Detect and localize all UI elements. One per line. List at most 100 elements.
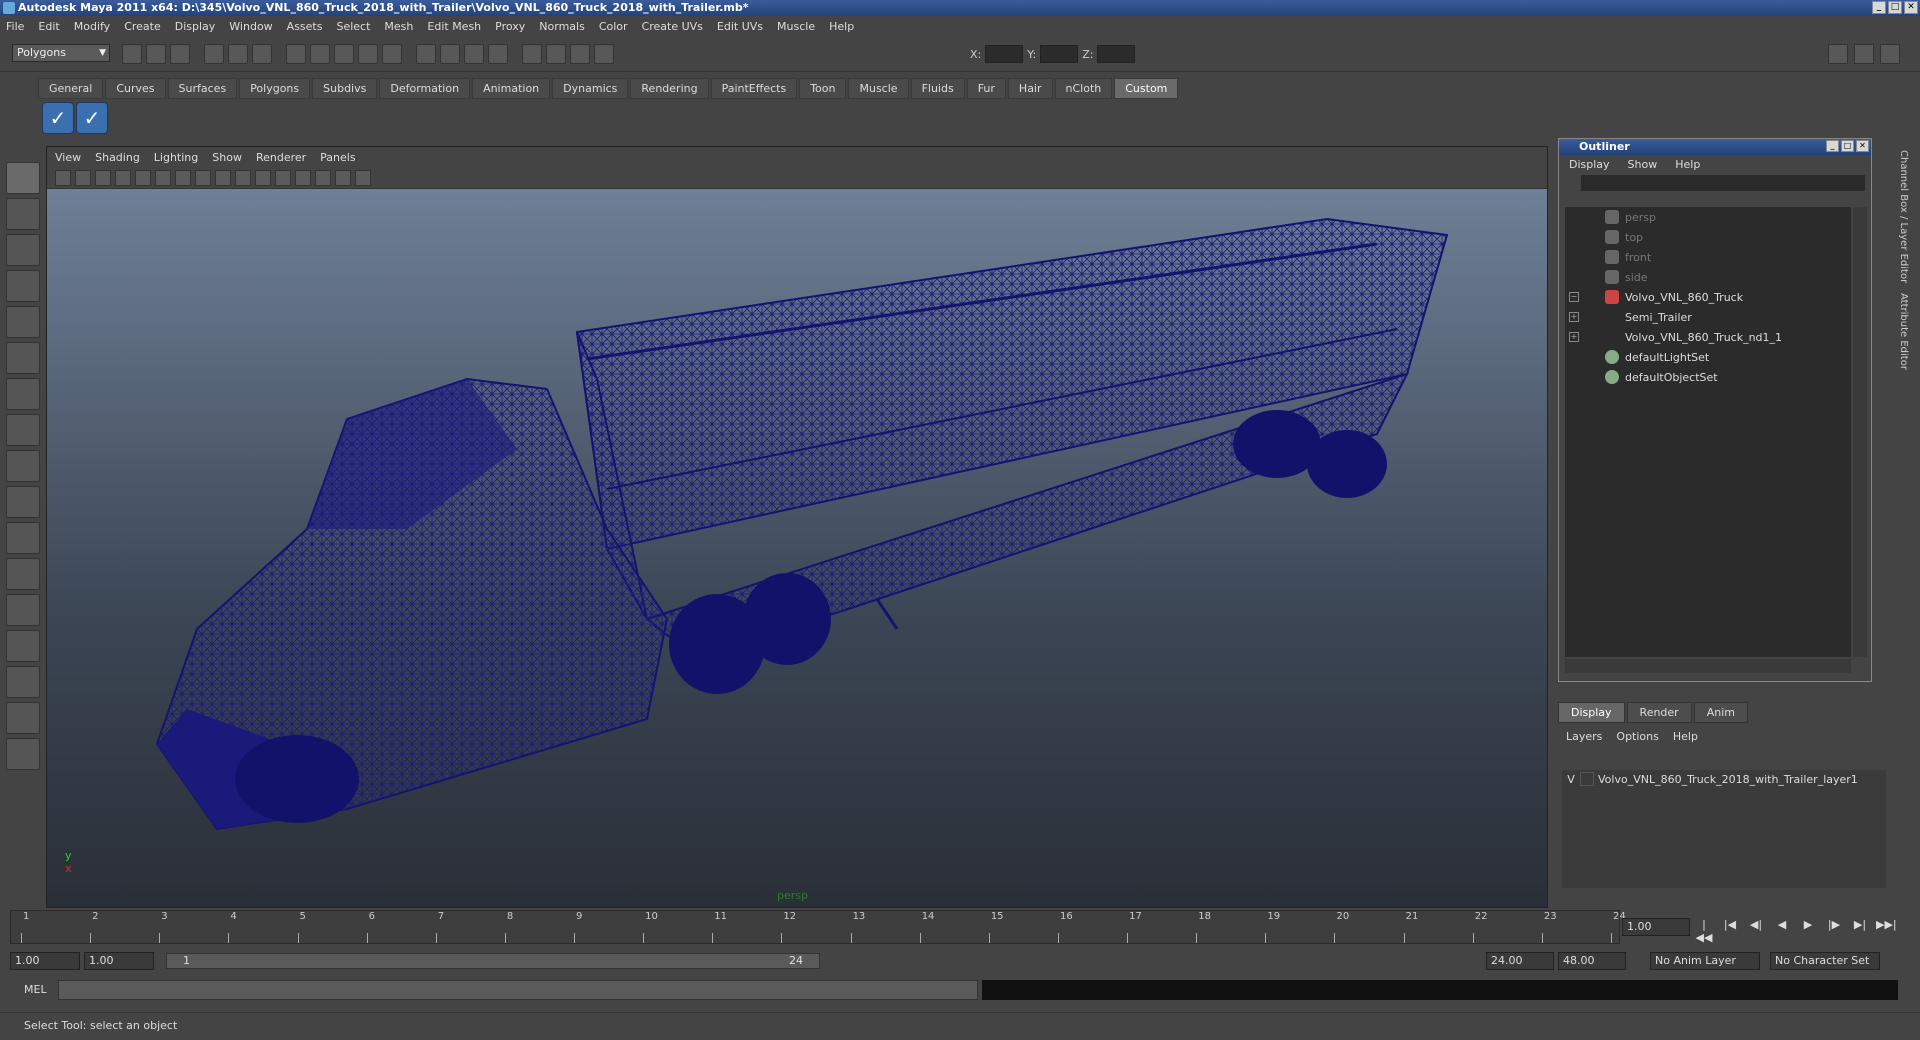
show-manip-icon[interactable] bbox=[6, 450, 40, 482]
shelf-tab[interactable]: Polygons bbox=[239, 78, 311, 99]
flat-shade-icon[interactable] bbox=[215, 169, 231, 186]
menu-assets[interactable]: Assets bbox=[287, 20, 323, 33]
outliner-item[interactable]: persp bbox=[1565, 207, 1851, 227]
expand-icon[interactable]: + bbox=[1569, 312, 1579, 322]
select-hierarchy-icon[interactable] bbox=[204, 44, 224, 64]
menu-display[interactable]: Display bbox=[175, 20, 216, 33]
layer-tab-anim[interactable]: Anim bbox=[1693, 702, 1748, 723]
tool-settings-toggle-icon[interactable] bbox=[1854, 44, 1874, 64]
outliner-menu-show[interactable]: Show bbox=[1628, 158, 1658, 171]
graph-layout-icon[interactable] bbox=[6, 630, 40, 662]
outliner-search-input[interactable] bbox=[1581, 175, 1865, 191]
xray-icon[interactable] bbox=[315, 169, 331, 186]
current-frame-field[interactable]: 1.00 bbox=[1622, 918, 1690, 936]
channel-box-toggle-icon[interactable] bbox=[1880, 44, 1900, 64]
channel-box-tab[interactable]: Channel Box / Layer Editor bbox=[1898, 150, 1909, 283]
menu-edit-mesh[interactable]: Edit Mesh bbox=[427, 20, 481, 33]
anim-start-field[interactable]: 1.00 bbox=[10, 952, 80, 970]
use-lights-icon[interactable] bbox=[275, 169, 291, 186]
go-to-start-icon[interactable]: |◀◀ bbox=[1694, 918, 1714, 944]
z-field[interactable] bbox=[1097, 45, 1136, 63]
shelf-tab[interactable]: Dynamics bbox=[552, 78, 629, 99]
outliner-item[interactable]: side bbox=[1565, 267, 1851, 287]
paint-select-icon[interactable] bbox=[6, 234, 40, 266]
shelf-tab[interactable]: PaintEffects bbox=[710, 78, 798, 99]
shelf-tab[interactable]: Deformation bbox=[379, 78, 471, 99]
outliner-item[interactable]: defaultObjectSet bbox=[1565, 367, 1851, 387]
menu-normals[interactable]: Normals bbox=[539, 20, 585, 33]
camera-attr-icon[interactable] bbox=[75, 169, 91, 186]
grid-icon[interactable] bbox=[155, 169, 171, 186]
layer-row[interactable]: V Volvo_VNL_860_Truck_2018_with_Trailer_… bbox=[1562, 770, 1886, 788]
command-input[interactable] bbox=[58, 980, 978, 1000]
shelf-tab[interactable]: Curves bbox=[105, 78, 166, 99]
select-tool-icon[interactable] bbox=[6, 162, 40, 194]
vp-menu-view[interactable]: View bbox=[55, 151, 81, 164]
shadows-icon[interactable] bbox=[295, 169, 311, 186]
outliner-close-button[interactable]: ✕ bbox=[1856, 140, 1869, 152]
shelf-tab[interactable]: Muscle bbox=[848, 78, 909, 99]
menu-help[interactable]: Help bbox=[829, 20, 854, 33]
play-forward-icon[interactable]: ▶ bbox=[1798, 918, 1818, 936]
manipulator-icon[interactable] bbox=[6, 378, 40, 410]
step-forward-key-icon[interactable]: ▶| bbox=[1850, 918, 1870, 936]
character-set-selector[interactable]: No Character Set bbox=[1770, 952, 1880, 970]
save-scene-icon[interactable] bbox=[170, 44, 190, 64]
select-object-icon[interactable] bbox=[228, 44, 248, 64]
sel-mask-icon[interactable] bbox=[546, 44, 566, 64]
expand-icon[interactable]: + bbox=[1569, 332, 1579, 342]
layer-menu-options[interactable]: Options bbox=[1616, 730, 1658, 743]
lock-icon[interactable] bbox=[522, 44, 542, 64]
go-to-end-icon[interactable]: ▶▶| bbox=[1876, 918, 1897, 936]
outliner-menu-help[interactable]: Help bbox=[1675, 158, 1700, 171]
move-tool-icon[interactable] bbox=[6, 270, 40, 302]
hypershade-layout-icon[interactable] bbox=[6, 666, 40, 698]
maximize-button[interactable]: □ bbox=[1888, 1, 1902, 14]
snap-grid-icon[interactable] bbox=[286, 44, 306, 64]
attribute-editor-toggle-icon[interactable] bbox=[1828, 44, 1848, 64]
select-component-icon[interactable] bbox=[252, 44, 272, 64]
layer-menu-layers[interactable]: Layers bbox=[1566, 730, 1602, 743]
collapse-icon[interactable] bbox=[6, 738, 40, 770]
outliner-menu-display[interactable]: Display bbox=[1569, 158, 1610, 171]
shelf-tab-active[interactable]: Custom bbox=[1114, 78, 1179, 99]
outliner-item[interactable]: top bbox=[1565, 227, 1851, 247]
menu-edit[interactable]: Edit bbox=[38, 20, 59, 33]
menu-window[interactable]: Window bbox=[229, 20, 272, 33]
image-plane-icon[interactable] bbox=[115, 169, 131, 186]
new-scene-icon[interactable] bbox=[122, 44, 142, 64]
outliner-item[interactable]: front bbox=[1565, 247, 1851, 267]
playback-end-field[interactable]: 24.00 bbox=[1486, 952, 1554, 970]
close-button[interactable]: ✕ bbox=[1904, 1, 1918, 14]
uv-layout-icon[interactable] bbox=[6, 702, 40, 734]
minimize-button[interactable]: _ bbox=[1872, 1, 1886, 14]
shelf-tab[interactable]: Hair bbox=[1007, 78, 1053, 99]
range-slider[interactable]: 1 24 bbox=[166, 953, 820, 969]
link-icon[interactable] bbox=[594, 44, 614, 64]
checkmark-icon[interactable]: ✓ bbox=[76, 102, 108, 134]
menu-proxy[interactable]: Proxy bbox=[495, 20, 525, 33]
shelf-tab[interactable]: Fluids bbox=[910, 78, 965, 99]
isolate-icon[interactable] bbox=[335, 169, 351, 186]
checkmark-icon[interactable]: ✓ bbox=[42, 102, 74, 134]
ipr-render-icon[interactable] bbox=[464, 44, 484, 64]
layer-visibility-toggle[interactable]: V bbox=[1562, 773, 1580, 786]
layer-menu-help[interactable]: Help bbox=[1673, 730, 1698, 743]
anim-end-field[interactable]: 48.00 bbox=[1558, 952, 1626, 970]
shelf-tab[interactable]: Subdivs bbox=[312, 78, 378, 99]
render-settings-icon[interactable] bbox=[488, 44, 508, 64]
outliner-item[interactable]: + Volvo_VNL_860_Truck_nd1_1 bbox=[1565, 327, 1851, 347]
last-tool-icon[interactable] bbox=[6, 486, 40, 518]
outliner-layout-icon[interactable] bbox=[6, 594, 40, 626]
single-pane-layout-icon[interactable] bbox=[6, 522, 40, 554]
shelf-tab[interactable]: Surfaces bbox=[167, 78, 238, 99]
open-scene-icon[interactable] bbox=[146, 44, 166, 64]
outliner-maximize-button[interactable]: □ bbox=[1841, 140, 1854, 152]
lasso-tool-icon[interactable] bbox=[6, 198, 40, 230]
vp-menu-renderer[interactable]: Renderer bbox=[256, 151, 306, 164]
menu-select[interactable]: Select bbox=[336, 20, 370, 33]
vp-menu-panels[interactable]: Panels bbox=[320, 151, 355, 164]
outliner-item[interactable]: − Volvo_VNL_860_Truck bbox=[1565, 287, 1851, 307]
menu-file[interactable]: File bbox=[6, 20, 24, 33]
layer-type-toggle[interactable] bbox=[1580, 772, 1594, 786]
